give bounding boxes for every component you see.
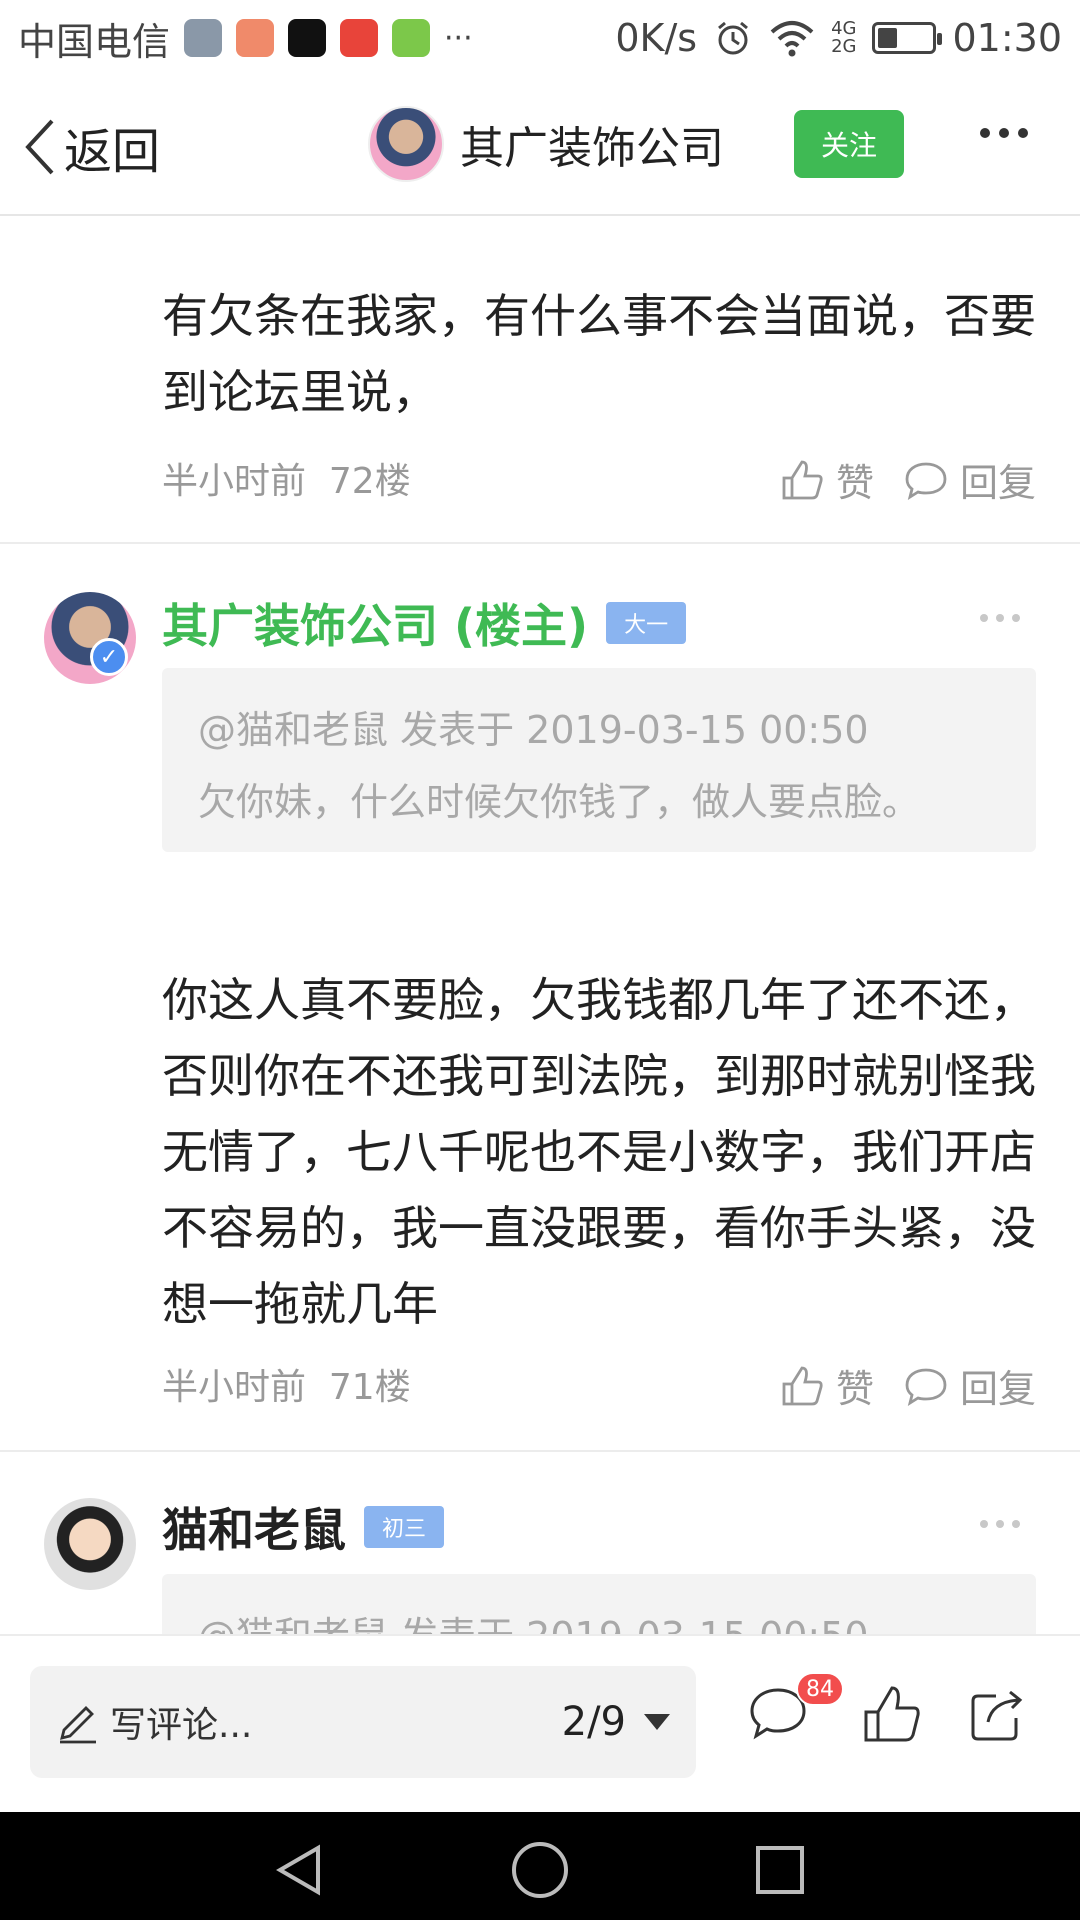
network-speed: 0K/s — [615, 16, 698, 60]
back-triangle-icon[interactable] — [272, 1842, 328, 1898]
quote-text: 欠你妹，什么时候欠你钱了，做人要点脸。 — [198, 780, 921, 824]
user-avatar[interactable] — [44, 1498, 136, 1590]
quote-header: @猫和老鼠 发表于 2019-03-15 00:50 — [198, 1600, 1000, 1634]
alarm-icon — [718, 21, 749, 55]
video-app-icon — [392, 19, 431, 57]
more-notifications-icon: ··· — [444, 20, 473, 56]
like-button[interactable]: 赞 — [780, 452, 874, 507]
quote-header: @猫和老鼠 发表于 2019-03-15 00:50 — [198, 708, 869, 752]
post-text: 有欠条在我家，有什么事不会当面说，否要到论坛里说， — [162, 289, 1036, 419]
post-divider — [0, 1450, 1080, 1452]
reply-button[interactable]: 回复 — [904, 1358, 1036, 1413]
top-nav-bar: 返回 其广装饰公司 关注 — [0, 76, 1080, 216]
post-meta: 半小时前 71楼 — [162, 1358, 411, 1410]
comment-icon — [905, 1368, 947, 1406]
comment-count-badge: 84 — [796, 1672, 844, 1706]
post-meta: 半小时前 72楼 — [162, 452, 411, 504]
home-circle-icon[interactable] — [510, 1840, 570, 1900]
pencil-icon — [60, 1706, 96, 1744]
page-indicator: 2/9 — [561, 1699, 626, 1745]
verified-badge-icon: ✓ — [90, 638, 128, 676]
username-link[interactable]: 猫和老鼠 — [162, 1494, 346, 1560]
level-badge: 大一 — [606, 602, 687, 644]
page-selector[interactable]: 2/9 — [562, 1699, 670, 1745]
recents-square-icon[interactable] — [754, 1844, 806, 1896]
battery-icon — [872, 22, 943, 54]
like-button[interactable]: 赞 — [780, 1358, 874, 1413]
reply-button[interactable]: 回复 — [904, 452, 1036, 507]
clock: 01:30 — [952, 16, 1062, 60]
tiktok-icon — [288, 19, 327, 57]
thumbs-up-icon — [782, 1366, 823, 1405]
username-link[interactable]: 其广装饰公司 (楼主) — [162, 590, 588, 656]
more-options-icon[interactable] — [980, 128, 1028, 138]
author-header[interactable]: 其广装饰公司 — [368, 106, 724, 182]
dropdown-arrow-icon — [644, 1714, 670, 1730]
wifi-icon — [770, 21, 814, 57]
gallery-app-icon — [184, 19, 223, 57]
quoted-reply[interactable]: @猫和老鼠 发表于 2019-03-15 00:50 — [162, 1574, 1036, 1634]
follow-button[interactable]: 关注 — [794, 110, 904, 178]
post-time: 半小时前 — [162, 461, 307, 502]
share-icon[interactable] — [968, 1684, 1028, 1744]
system-navigation-bar — [0, 1812, 1080, 1920]
thumbs-up-icon — [782, 460, 823, 499]
thread-content[interactable]: 有欠条在我家，有什么事不会当面说，否要到论坛里说， 半小时前 72楼 赞 回复 … — [0, 218, 1080, 1634]
post-time: 半小时前 — [162, 1367, 307, 1408]
post-divider — [0, 542, 1080, 544]
comment-icon — [905, 462, 947, 500]
post-more-icon[interactable] — [980, 614, 1020, 622]
post-floor: 72楼 — [328, 461, 411, 502]
post-text: 你这人真不要脸，欠我钱都几年了还不还，否则你在不还我可到法院，到那时就别怪我无情… — [162, 973, 1036, 1331]
level-badge: 初三 — [364, 1506, 445, 1548]
chevron-left-icon — [25, 119, 54, 175]
thumbs-up-icon[interactable] — [862, 1684, 922, 1744]
status-bar: 中国电信 ··· 0K/s 4G 2G 01:30 — [0, 0, 1080, 76]
cell-signal-icon: 4G 2G — [831, 18, 857, 57]
app-notification-icon — [236, 19, 275, 57]
bottom-action-bar: 写评论... 2/9 84 — [0, 1634, 1080, 1812]
post-floor: 71楼 — [328, 1367, 411, 1408]
carrier-label: 中国电信 — [18, 19, 171, 64]
toutiao-icon — [340, 19, 379, 57]
back-button[interactable]: 返回 — [22, 112, 160, 182]
quoted-reply[interactable]: @猫和老鼠 发表于 2019-03-15 00:50 欠你妹，什么时候欠你钱了，… — [162, 668, 1036, 852]
author-avatar[interactable] — [368, 106, 444, 182]
back-label: 返回 — [64, 124, 161, 180]
comment-input[interactable]: 写评论... 2/9 — [30, 1666, 696, 1778]
post-more-icon[interactable] — [980, 1520, 1020, 1528]
page-title: 其广装饰公司 — [460, 123, 724, 174]
